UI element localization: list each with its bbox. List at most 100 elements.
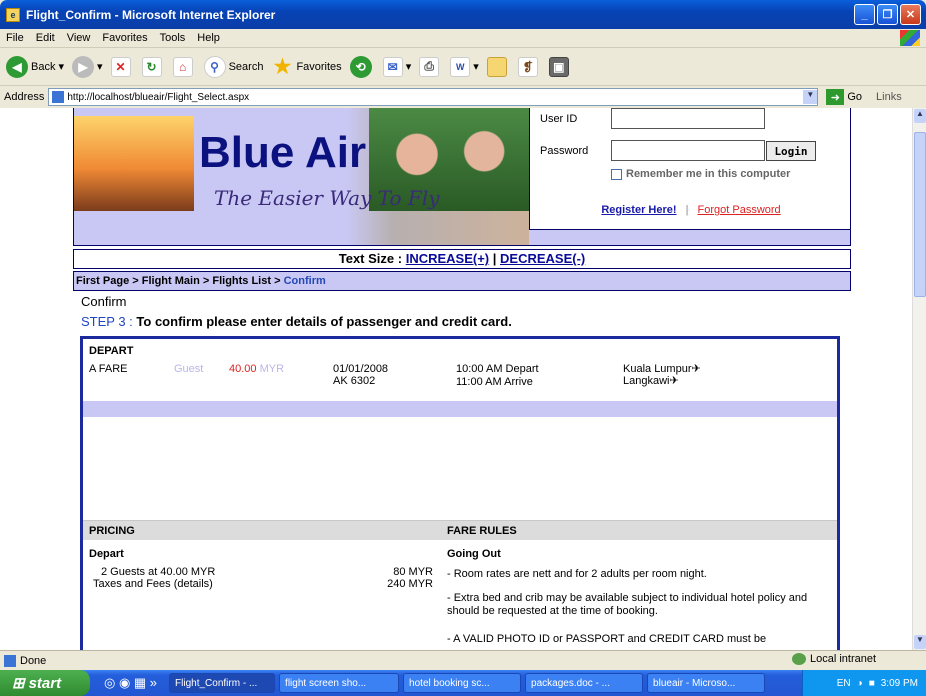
edit-button[interactable]: W ▾	[450, 56, 479, 77]
breadcrumb-sep: >	[202, 275, 210, 287]
messenger-button[interactable]: ▣	[548, 56, 572, 77]
history-icon: ⟲	[349, 55, 372, 78]
fare-price-value: 40.00	[229, 363, 257, 375]
task-hotel-booking[interactable]: hotel booking sc...	[403, 673, 522, 693]
password-input[interactable]	[611, 140, 765, 161]
fare-rules-header: FARE RULES	[447, 525, 517, 537]
forward-button[interactable]: ▶ ▾	[72, 55, 103, 78]
mail-icon: ✉	[382, 56, 403, 77]
password-label: Password	[540, 144, 589, 157]
task-blueair[interactable]: blueair - Microso...	[647, 673, 766, 693]
site-logo: Blue Air	[199, 128, 367, 177]
login-button[interactable]: Login	[766, 141, 816, 161]
scroll-down-icon[interactable]: ▼	[914, 635, 926, 649]
security-zone: Local intranet	[792, 653, 876, 665]
depart-time: 10:00 AM Depart	[456, 363, 539, 375]
windows-flag-icon: ⊞	[12, 675, 25, 692]
search-icon: ⚲	[203, 55, 226, 78]
folder-icon	[486, 56, 507, 77]
back-button[interactable]: ◀ Back ▾	[6, 55, 64, 78]
increase-text-link[interactable]: INCREASE(+)	[406, 251, 489, 266]
fare-guest: Guest	[174, 363, 204, 375]
fare-rule-2: - Extra bed and crib may be available su…	[447, 592, 808, 617]
breadcrumb-flight-main[interactable]: Flight Main	[142, 275, 200, 287]
start-button[interactable]: ⊞ start	[0, 670, 90, 696]
menu-edit[interactable]: Edit	[36, 32, 55, 44]
checkbox-icon[interactable]	[611, 168, 622, 180]
fare-price: 40.00 MYR	[229, 363, 284, 375]
decrease-text-link[interactable]: DECREASE(-)	[500, 251, 585, 266]
go-button[interactable]: ➜ Go	[826, 89, 862, 105]
zone-label: Local intranet	[810, 653, 877, 665]
breadcrumb: First Page > Flight Main > Flights List …	[73, 271, 851, 291]
restore-button[interactable]: ❐	[877, 4, 898, 25]
site-tagline: The Easier Way To Fly	[214, 186, 440, 210]
breadcrumb-sep: >	[132, 275, 139, 287]
search-button[interactable]: ⚲ Search	[203, 55, 264, 78]
vertical-scrollbar[interactable]: ▲ ▼	[912, 108, 926, 650]
refresh-button[interactable]: ↻	[141, 56, 165, 77]
text-size-separator: |	[492, 251, 497, 266]
menu-favorites[interactable]: Favorites	[102, 32, 147, 44]
print-button[interactable]: ⎙	[419, 56, 442, 77]
password-row: Password	[540, 140, 765, 161]
menu-help[interactable]: Help	[197, 32, 220, 44]
task-flight-confirm[interactable]: Flight_Confirm - ...	[169, 673, 276, 693]
step-number: STEP 3 :	[81, 314, 133, 329]
print-icon: ⎙	[419, 56, 440, 77]
step-instruction: STEP 3 : To confirm please enter details…	[81, 314, 512, 329]
task-packages-doc[interactable]: packages.doc - ...	[525, 673, 644, 693]
messenger-icon: ▣	[548, 56, 569, 77]
start-label: start	[28, 674, 62, 692]
pricing-header: PRICING	[89, 525, 135, 537]
breadcrumb-flights-list[interactable]: Flights List	[212, 275, 271, 287]
mail-button[interactable]: ✉ ▾	[382, 56, 411, 77]
home-button[interactable]: ⌂	[172, 56, 196, 77]
menu-view[interactable]: View	[67, 32, 91, 44]
forgot-password-link[interactable]: Forgot Password	[698, 204, 781, 216]
text-size-bar: Text Size : INCREASE(+) | DECREASE(-)	[73, 249, 851, 269]
system-tray: EN ◑ ■ 3:09 PM	[802, 670, 926, 696]
favorites-button[interactable]: ★ Favorites	[271, 56, 341, 78]
menu-tools[interactable]: Tools	[160, 32, 186, 44]
star-icon: ★	[273, 56, 292, 78]
pricing-guests-row: 2 Guests at 40.00 MYR 80 MYR	[93, 566, 433, 578]
research-button[interactable]: ❡	[517, 56, 541, 77]
links-label[interactable]: Links	[876, 91, 902, 103]
quicklaunch-icons[interactable]: ◎ ◉ ▦ »	[104, 675, 157, 691]
fare-currency: MYR	[259, 363, 285, 375]
address-label: Address	[4, 91, 45, 103]
folder-button[interactable]	[486, 56, 510, 77]
arrive-time: 11:00 AM Arrive	[456, 376, 533, 388]
minimize-button[interactable]: _	[854, 4, 875, 25]
scroll-up-icon[interactable]: ▲	[914, 109, 926, 123]
network-icon[interactable]: ◑	[857, 678, 863, 689]
fare-rule-3: - A VALID PHOTO ID or PASSPORT and CREDI…	[447, 633, 767, 645]
close-button[interactable]: ✕	[900, 4, 921, 25]
favorites-label: Favorites	[296, 60, 342, 73]
address-dropdown-icon[interactable]: ▼	[803, 90, 818, 104]
address-input[interactable]: http://localhost/blueair/Flight_Select.a…	[48, 88, 819, 106]
menu-file[interactable]: File	[6, 32, 24, 44]
text-size-label: Text Size :	[338, 251, 403, 266]
back-arrow-icon: ◀	[6, 55, 28, 78]
search-label: Search	[228, 60, 264, 73]
confirm-panel: DEPART A FARE Guest 40.00 MYR 01/01/2008…	[80, 336, 840, 650]
page-title: Confirm	[81, 294, 127, 309]
task-flight-screen[interactable]: flight screen sho...	[279, 673, 400, 693]
language-indicator[interactable]: EN	[837, 678, 851, 689]
pricing-lines: 2 Guests at 40.00 MYR 80 MYR Taxes and F…	[93, 566, 433, 590]
register-link[interactable]: Register Here!	[601, 204, 676, 216]
remember-me-checkbox[interactable]: Remember me in this computer	[611, 168, 790, 180]
taxes-line[interactable]: Taxes and Fees (details)	[93, 578, 213, 590]
history-button[interactable]: ⟲	[349, 55, 375, 78]
userid-input[interactable]	[611, 108, 765, 129]
scroll-thumb[interactable]	[914, 132, 926, 297]
pricing-taxes-row: Taxes and Fees (details) 240 MYR	[93, 578, 433, 590]
guests-line: 2 Guests at 40.00 MYR	[101, 566, 216, 578]
breadcrumb-first-page[interactable]: First Page	[76, 275, 129, 287]
address-bar: Address http://localhost/blueair/Flight_…	[0, 86, 926, 108]
tray-app-icon[interactable]: ■	[869, 678, 875, 689]
stop-button[interactable]: ✕	[110, 56, 134, 77]
status-bar: Done Local intranet	[0, 650, 926, 670]
